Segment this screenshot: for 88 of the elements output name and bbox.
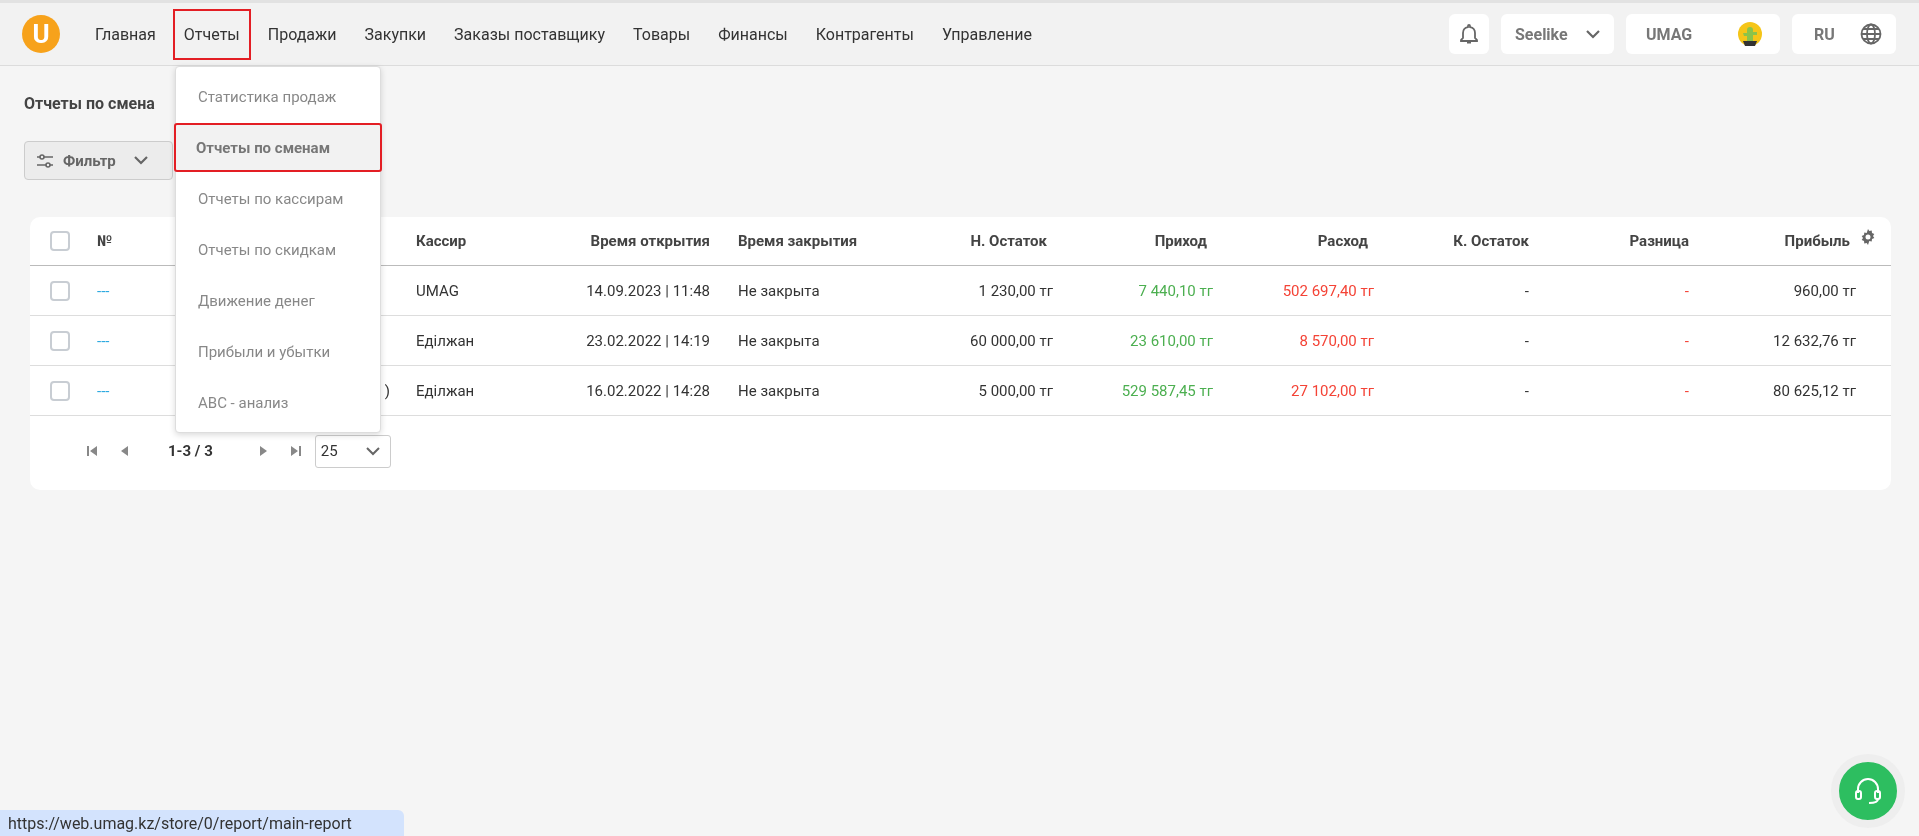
table-cell: 1 230,00 тг <box>978 281 1053 300</box>
column-header: Кассир <box>416 232 467 250</box>
table-cell: 80 625,12 тг <box>1773 381 1856 400</box>
checkbox[interactable] <box>49 280 70 301</box>
user-name: UMAG <box>1646 24 1693 44</box>
chevron-down-icon <box>365 446 380 456</box>
table-cell: 529 587,45 тг <box>1121 381 1213 400</box>
nav-item[interactable]: Финансы <box>707 8 799 60</box>
nav-item[interactable]: Управление <box>930 8 1043 60</box>
column-header: Время открытия <box>590 232 710 250</box>
table-cell: Не закрыта <box>738 281 820 300</box>
menu-item[interactable]: Движение денег <box>186 276 370 325</box>
table-cell: - <box>1684 381 1689 400</box>
column-header: № <box>97 232 113 250</box>
shift-link[interactable]: --- <box>97 331 110 350</box>
table-cell: Еділжан <box>416 381 475 400</box>
previous-page-icon <box>121 446 128 456</box>
table-cell: 960,00 тг <box>1793 281 1856 300</box>
table-cell: 7 440,10 тг <box>1138 281 1213 300</box>
headset-icon <box>1853 776 1883 806</box>
checkbox[interactable] <box>49 231 70 251</box>
table-cell: 27 102,00 тг <box>1291 381 1374 400</box>
page-size-value: 25 <box>320 442 338 460</box>
table-cell: 60 000,00 тг <box>970 331 1053 350</box>
store-name: Seelike <box>1515 24 1568 44</box>
column-header: Н. Остаток <box>970 232 1047 250</box>
status-url: https://web.umag.kz/store/0/report/main-report <box>0 810 404 836</box>
globe-icon <box>1860 23 1882 45</box>
page-size-select[interactable]: 25 <box>314 434 391 468</box>
nav-item[interactable]: Закупки <box>353 8 438 60</box>
nav-item[interactable]: Продажи <box>256 8 348 60</box>
table-cell: - <box>1524 331 1529 350</box>
bell-icon <box>1459 23 1479 45</box>
table-cell: Не закрыта <box>738 331 820 350</box>
table-cell: 8 570,00 тг <box>1299 331 1374 350</box>
column-header: Расход <box>1317 232 1368 250</box>
page-title: Отчеты по смена <box>24 94 155 113</box>
notifications-button[interactable] <box>1449 14 1489 54</box>
menu-item[interactable]: Отчеты по сменам <box>174 123 382 172</box>
first-page-icon <box>87 446 97 456</box>
table-cell: - <box>1524 281 1529 300</box>
table-cell: 16.02.2022 | 14:28 <box>586 381 710 400</box>
column-header: Приход <box>1154 232 1207 250</box>
table-cell: 23 610,00 тг <box>1130 331 1213 350</box>
last-page-icon <box>290 446 301 456</box>
settings-icon <box>1860 229 1876 245</box>
menu-item[interactable]: Отчеты по скидкам <box>186 225 370 274</box>
nav-item[interactable]: Главная <box>84 8 167 60</box>
nav-item[interactable]: Товары <box>622 8 702 60</box>
user-menu[interactable]: UMAG <box>1626 14 1780 54</box>
menu-item[interactable]: Отчеты по кассирам <box>186 174 370 223</box>
nav-item[interactable]: Заказы поставщику <box>443 8 617 60</box>
language-code: RU <box>1814 24 1835 44</box>
table-cell: Еділжан <box>416 331 475 350</box>
table-cell: 14.09.2023 | 11:48 <box>586 281 710 300</box>
menu-item[interactable]: ABC - анализ <box>186 378 370 427</box>
table-cell: - <box>1684 331 1689 350</box>
filter-button[interactable]: Фильтр <box>24 141 173 180</box>
shift-link[interactable]: --- <box>97 381 110 400</box>
sliders-icon <box>37 153 53 168</box>
table-cell: 12 632,76 тг <box>1773 331 1856 350</box>
page-range: 1-3 / 3 <box>168 442 213 460</box>
table-cell: - <box>1524 381 1529 400</box>
table-cell: 23.02.2022 | 14:19 <box>586 331 710 350</box>
shift-link[interactable]: --- <box>97 281 110 300</box>
menu-item[interactable]: Прибыли и убытки <box>186 327 370 376</box>
table-cell: Не закрыта <box>738 381 820 400</box>
table-cell: 502 697,40 тг <box>1282 281 1374 300</box>
nav-item[interactable]: Контрагенты <box>804 8 925 60</box>
table-cell: - <box>1684 281 1689 300</box>
column-header: Прибыль <box>1784 232 1850 250</box>
column-header: К. Остаток <box>1453 232 1529 250</box>
table-cell: UMAG <box>416 281 459 300</box>
nav-item[interactable]: Отчеты <box>172 8 251 60</box>
chevron-down-icon <box>133 156 148 165</box>
next-page-icon <box>259 446 267 456</box>
menu-item[interactable]: Статистика продаж <box>186 72 370 121</box>
avatar-icon <box>1738 22 1762 46</box>
table-cell: 5 000,00 тг <box>978 381 1053 400</box>
language-selector[interactable]: RU <box>1792 14 1896 54</box>
store-selector[interactable]: Seelike <box>1501 14 1614 54</box>
checkbox[interactable] <box>49 330 70 351</box>
filter-label: Фильтр <box>63 151 116 170</box>
table-cell: ) <box>384 381 390 400</box>
checkbox[interactable] <box>49 380 70 401</box>
chevron-down-icon <box>1586 29 1600 39</box>
column-header: Время закрытия <box>738 232 858 250</box>
column-header: Разница <box>1629 232 1689 250</box>
